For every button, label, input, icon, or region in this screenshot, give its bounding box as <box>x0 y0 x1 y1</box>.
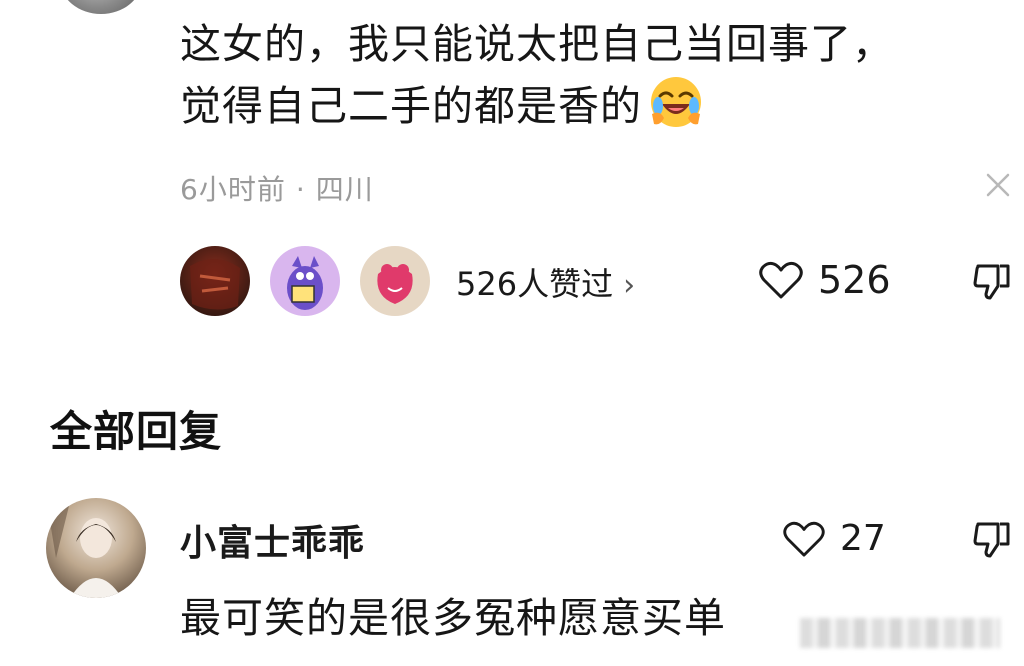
comment-line-1: 这女的，我只能说太把自己当回事了， <box>180 20 894 68</box>
meta-separator: · <box>295 173 306 206</box>
thumbs-down-icon[interactable] <box>972 262 1012 302</box>
comment-meta: 6小时前 · 四川 <box>180 168 374 208</box>
likers-summary-text: 526人赞过 <box>456 265 614 303</box>
reply-body: 最可笑的是很多冤种愿意买单 <box>180 594 726 642</box>
reply-username[interactable]: 小富士乖乖 <box>180 514 365 566</box>
liker-avatar-1-art <box>190 258 240 310</box>
heart-icon <box>783 521 825 557</box>
reply-user-avatar[interactable] <box>46 498 146 598</box>
comment-thread-page: 这女的，我只能说太把自己当回事了， 觉得自己二手的都是香的 6小时前 · 四川 <box>0 0 1024 666</box>
liker-avatar-2-art <box>287 256 323 310</box>
comment-location: 四川 <box>315 173 374 206</box>
reply-like-count: 27 <box>840 518 886 559</box>
liker-avatar-2 <box>270 246 340 316</box>
comment-time: 6小时前 <box>180 173 286 206</box>
top-user-avatar[interactable] <box>60 0 142 14</box>
chevron-right-icon: › <box>623 268 636 303</box>
reply-avatar-art <box>46 498 122 598</box>
comment-line-2-text: 觉得自己二手的都是香的 <box>180 82 642 130</box>
reply-thumbs-down-icon[interactable] <box>972 520 1012 560</box>
likers-summary-link[interactable]: 526人赞过 › <box>456 259 635 305</box>
watermark-blur <box>800 618 1000 648</box>
like-count: 526 <box>818 258 891 302</box>
liker-avatar-1 <box>180 246 250 316</box>
comment-line-2: 觉得自己二手的都是香的 <box>180 74 980 136</box>
liker-avatar-3 <box>360 246 430 316</box>
all-replies-title: 全部回复 <box>50 407 223 456</box>
heart-icon <box>759 261 803 299</box>
reply-like-button[interactable]: 27 <box>782 518 886 559</box>
like-button[interactable]: 526 <box>758 258 891 302</box>
close-icon[interactable] <box>985 172 1011 198</box>
comment-body: 这女的，我只能说太把自己当回事了， 觉得自己二手的都是香的 <box>180 14 980 136</box>
laughing-face-emoji-icon <box>651 77 701 127</box>
liker-avatar-3-art <box>377 264 413 304</box>
